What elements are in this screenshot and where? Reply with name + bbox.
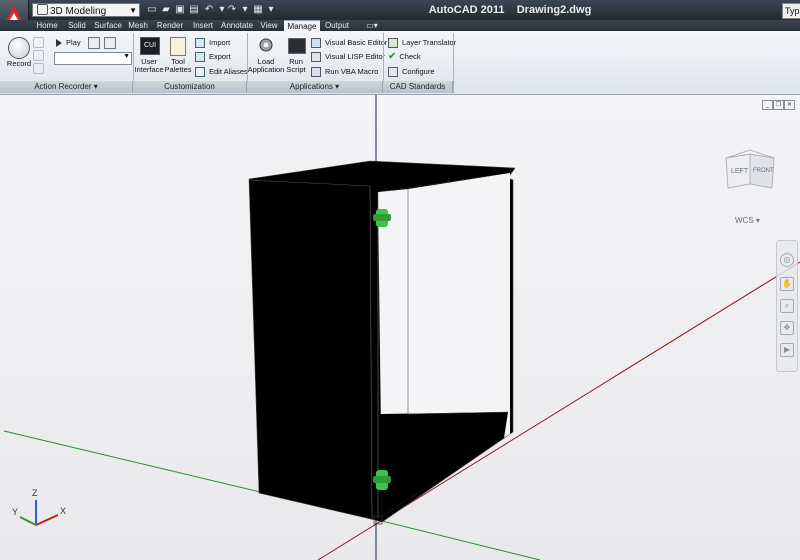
record-label: Record [6, 59, 32, 68]
steering-wheel-icon[interactable]: ◎ [780, 253, 794, 267]
ribbon-minimize-icon[interactable]: ▭▾ [362, 20, 382, 31]
navigation-bar[interactable]: ◎ ✋ ⌕ ✥ ▶ [776, 240, 798, 372]
action-macro-select[interactable]: ▼ [54, 52, 132, 65]
viewcube-left-face: LEFT [731, 168, 749, 175]
configure-button[interactable]: Configure [388, 66, 435, 78]
tab-annotate[interactable]: Annotate [219, 20, 255, 31]
tab-output[interactable]: Output [322, 20, 352, 31]
user-interface-icon[interactable]: CUI [140, 37, 160, 55]
layer-translator-button[interactable]: Layer Translator [388, 37, 456, 49]
export-button[interactable]: Export [195, 51, 231, 63]
visual-basic-editor-button[interactable]: Visual Basic Editor [311, 37, 387, 49]
new-icon[interactable]: ▭ [146, 4, 158, 16]
lisp-editor-icon [311, 52, 321, 63]
wcs-menu[interactable]: WCS ▾ [735, 216, 760, 225]
viewcube[interactable]: LEFT FRONT [722, 148, 782, 194]
plot-icon[interactable]: ▦ [252, 4, 264, 16]
viewcube-front-face: FRONT [753, 168, 774, 174]
model-space-canvas[interactable]: Z X Y [0, 95, 800, 560]
tab-mesh[interactable]: Mesh [126, 20, 150, 31]
edit-aliases-button[interactable]: Edit Aliases [195, 66, 248, 78]
run-macro-icon [311, 67, 321, 78]
tab-solid[interactable]: Solid [64, 20, 90, 31]
cad-standards-panel-footer: CAD Standards [383, 81, 453, 93]
ucs-z-label: Z [32, 488, 38, 498]
workspace-switcher[interactable]: 3D Modeling ▼ [32, 3, 140, 17]
redo-dropdown-icon[interactable]: ▾ [239, 4, 251, 16]
run-vba-macro-button[interactable]: Run VBA Macro [311, 66, 378, 78]
chevron-down-icon: ▼ [123, 53, 130, 60]
export-icon [195, 52, 205, 63]
help-search-input[interactable]: Typ [782, 3, 800, 19]
load-application-button[interactable]: Load Application [247, 58, 285, 74]
showmotion-icon[interactable]: ▶ [780, 343, 794, 357]
edit-aliases-icon [195, 67, 205, 78]
request-input-icon[interactable] [33, 50, 44, 61]
check-icon: ✔ [388, 51, 397, 63]
load-application-icon[interactable] [258, 37, 274, 53]
tab-surface[interactable]: Surface [92, 20, 124, 31]
run-script-icon[interactable] [288, 38, 306, 54]
save-icon[interactable]: ▣ [174, 4, 186, 16]
redo-icon[interactable]: ↷ [226, 4, 238, 16]
import-button[interactable]: Import [195, 37, 230, 49]
save-as-icon[interactable]: ▤ [188, 4, 200, 16]
play-button[interactable]: Play [56, 37, 81, 49]
close-viewport-button[interactable]: ✕ [784, 100, 795, 110]
action-recorder-panel-footer[interactable]: Action Recorder ▾ [0, 81, 133, 93]
tab-render[interactable]: Render [154, 20, 186, 31]
tool-palettes-button[interactable]: Tool Palettes [164, 58, 192, 74]
pan-icon[interactable]: ✋ [780, 277, 794, 291]
preference-icon[interactable] [88, 37, 100, 49]
insert-message-icon[interactable] [33, 37, 44, 48]
play-icon [56, 39, 62, 48]
tab-insert[interactable]: Insert [189, 20, 217, 31]
zoom-icon[interactable]: ⌕ [780, 299, 794, 313]
restore-viewport-button[interactable]: ❐ [773, 100, 784, 110]
qat-dropdown-icon[interactable]: ▾ [265, 4, 277, 16]
applications-panel-footer[interactable]: Applications ▾ [247, 81, 383, 93]
workspace-label: 3D Modeling [50, 6, 107, 17]
tab-view[interactable]: View [258, 20, 280, 31]
tab-manage[interactable]: Manage [284, 20, 320, 31]
minimize-viewport-button[interactable]: _ [762, 100, 773, 110]
window-title: AutoCAD 2011 Drawing2.dwg [428, 4, 592, 16]
gear-icon [37, 4, 48, 15]
ucs-y-label: Y [12, 507, 18, 517]
user-interface-button[interactable]: User Interface [133, 58, 165, 74]
manage-action-macros-icon[interactable] [104, 37, 116, 49]
tab-home[interactable]: Home [32, 20, 62, 31]
ucs-x-label: X [60, 506, 66, 516]
undo-icon[interactable]: ↶ [203, 4, 215, 16]
orbit-icon[interactable]: ✥ [780, 321, 794, 335]
configure-icon [388, 67, 398, 78]
chevron-down-icon: ▼ [129, 6, 137, 15]
insert-base-point-icon[interactable] [33, 63, 44, 74]
check-button[interactable]: ✔ Check [388, 51, 421, 63]
open-icon[interactable]: ▰ [160, 4, 172, 16]
import-icon [195, 38, 205, 49]
tool-palettes-icon[interactable] [170, 37, 186, 56]
customization-panel-footer: Customization [133, 81, 247, 93]
record-button[interactable] [8, 37, 30, 59]
drawing-viewport[interactable]: Z X Y [0, 95, 800, 560]
vba-editor-icon [311, 38, 321, 49]
run-script-button[interactable]: Run Script [284, 58, 308, 74]
visual-lisp-editor-button[interactable]: Visual LISP Editor [311, 51, 385, 63]
layer-translator-icon [388, 38, 398, 49]
